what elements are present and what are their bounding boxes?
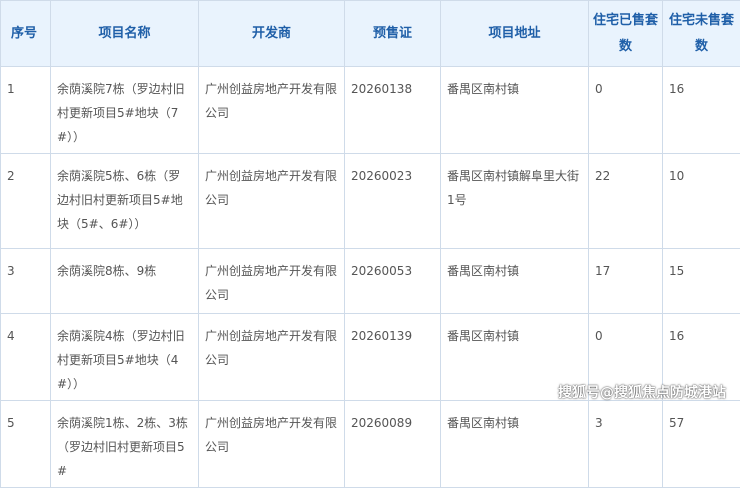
header-presale-permit: 预售证 [345,1,441,67]
cell-presale-permit: 20260139 [345,314,441,401]
presale-table: 序号 项目名称 开发商 预售证 项目地址 住宅已售套数 住宅未售套数 1 余荫溪… [0,0,740,488]
cell-presale-permit: 20260053 [345,249,441,314]
cell-address: 番禺区南村镇 [441,249,589,314]
header-index: 序号 [1,1,51,67]
cell-project-name: 余荫溪院7栋（罗边村旧村更新项目5#地块（7#）） [51,67,199,154]
cell-unsold-units: 10 [663,154,740,249]
cell-sold-units: 17 [589,249,663,314]
cell-developer: 广州创益房地产开发有限公司 [199,67,345,154]
cell-address: 番禺区南村镇 [441,401,589,488]
table-row: 3 余荫溪院8栋、9栋 广州创益房地产开发有限公司 20260053 番禺区南村… [1,249,740,314]
header-row: 序号 项目名称 开发商 预售证 项目地址 住宅已售套数 住宅未售套数 [1,1,740,67]
cell-presale-permit: 20260138 [345,67,441,154]
watermark-text: 搜狐号@搜狐焦点防城港站 [558,382,726,402]
cell-unsold-units: 57 [663,401,740,488]
cell-project-name: 余荫溪院4栋（罗边村旧村更新项目5#地块（4#）） [51,314,199,401]
cell-developer: 广州创益房地产开发有限公司 [199,249,345,314]
cell-developer: 广州创益房地产开发有限公司 [199,314,345,401]
cell-index: 5 [1,401,51,488]
cell-developer: 广州创益房地产开发有限公司 [199,401,345,488]
cell-index: 2 [1,154,51,249]
header-unsold-units: 住宅未售套数 [663,1,740,67]
cell-sold-units: 0 [589,67,663,154]
cell-sold-units: 22 [589,154,663,249]
cell-address: 番禺区南村镇解阜里大街1号 [441,154,589,249]
cell-address: 番禺区南村镇 [441,67,589,154]
cell-project-name: 余荫溪院8栋、9栋 [51,249,199,314]
cell-presale-permit: 20260089 [345,401,441,488]
cell-presale-permit: 20260023 [345,154,441,249]
header-sold-units: 住宅已售套数 [589,1,663,67]
cell-index: 3 [1,249,51,314]
table-row: 2 余荫溪院5栋、6栋（罗边村旧村更新项目5#地块（5#、6#）） 广州创益房地… [1,154,740,249]
table-row: 1 余荫溪院7栋（罗边村旧村更新项目5#地块（7#）） 广州创益房地产开发有限公… [1,67,740,154]
cell-index: 1 [1,67,51,154]
cell-unsold-units: 15 [663,249,740,314]
cell-developer: 广州创益房地产开发有限公司 [199,154,345,249]
header-developer: 开发商 [199,1,345,67]
cell-unsold-units: 16 [663,67,740,154]
cell-project-name: 余荫溪院5栋、6栋（罗边村旧村更新项目5#地块（5#、6#）） [51,154,199,249]
table-row: 5 余荫溪院1栋、2栋、3栋（罗边村旧村更新项目5# 广州创益房地产开发有限公司… [1,401,740,488]
cell-sold-units: 3 [589,401,663,488]
header-address: 项目地址 [441,1,589,67]
header-project-name: 项目名称 [51,1,199,67]
cell-index: 4 [1,314,51,401]
cell-project-name: 余荫溪院1栋、2栋、3栋（罗边村旧村更新项目5# [51,401,199,488]
